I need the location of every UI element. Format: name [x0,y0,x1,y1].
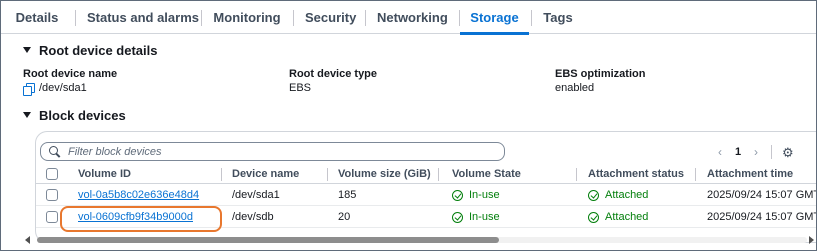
block-devices-section-toggle[interactable]: Block devices [23,107,126,123]
page-number[interactable]: 1 [727,146,749,158]
column-divider[interactable] [221,168,222,181]
scroll-thumb[interactable] [37,237,499,243]
volume-size: 20 [338,211,351,223]
ebs-optimization-value: enabled [555,82,595,94]
column-header-volume-id[interactable]: Volume ID [78,165,131,184]
tab-divider [75,10,76,26]
tab-tags[interactable]: Tags [542,1,574,34]
column-header-attachment-status[interactable]: Attachment status [588,165,684,184]
root-device-name-field: Root device name /dev/sda1 [23,67,118,96]
select-all-checkbox[interactable] [46,168,58,180]
status-ok-icon [588,190,599,201]
attachment-time: 2025/09/24 15:07 GMT [707,211,816,223]
device-name: /dev/sda1 [232,189,280,201]
volume-id-link[interactable]: vol-0a5b8c02e636e48d4 [78,185,199,206]
filter-block-devices-field[interactable] [40,142,505,161]
column-divider[interactable] [438,168,439,181]
attachment-status: Attached [588,185,648,206]
chevron-right-icon[interactable]: › [749,145,763,159]
tab-divider [293,10,294,26]
tab-divider [531,10,532,26]
field-label: Root device type [289,68,378,80]
column-header-volume-size[interactable]: Volume size (GiB) [338,165,431,184]
attachment-time: 2025/09/24 15:07 GMT [707,189,816,201]
device-name: /dev/sdb [232,211,274,223]
pagination: ‹ 1 › ⚙ [713,144,794,160]
volume-size: 185 [338,189,357,201]
tab-details[interactable]: Details [11,1,63,34]
status-ok-icon [588,212,599,223]
ebs-optimization-field: EBS optimization enabled [555,67,645,95]
column-divider[interactable] [327,168,328,181]
field-label: Root device name [23,68,118,80]
root-device-type-field: Root device type EBS [289,67,377,95]
tab-storage[interactable]: Storage [460,1,529,35]
highlight-annotation [60,206,222,232]
tab-divider [365,10,366,26]
caret-down-icon [23,112,31,118]
pager-divider [771,145,772,159]
scroll-right-arrow-icon[interactable] [809,236,814,244]
status-ok-icon [452,212,463,223]
section-title: Block devices [39,107,126,123]
chevron-left-icon[interactable]: ‹ [713,145,727,159]
attachment-status-text: Attached [605,211,649,223]
copy-icon[interactable] [23,82,35,96]
horizontal-scrollbar[interactable] [23,235,816,245]
volume-state-text: In-use [469,211,500,223]
section-title: Root device details [39,42,158,58]
field-value: /dev/sda1 [23,81,117,96]
root-device-name-value: /dev/sda1 [39,82,87,94]
status-ok-icon [452,190,463,201]
root-device-section-toggle[interactable]: Root device details [23,42,157,58]
field-label: EBS optimization [555,68,646,80]
column-header-attachment-time[interactable]: Attachment time [707,165,793,184]
volume-state: In-use [452,207,500,228]
gear-icon[interactable]: ⚙ [782,146,794,159]
tab-security[interactable]: Security [305,1,356,34]
row-checkbox[interactable] [46,189,58,201]
volume-state: In-use [452,185,500,206]
column-divider[interactable] [695,168,696,181]
row-checkbox[interactable] [46,211,58,223]
column-header-volume-state[interactable]: Volume State [452,165,521,184]
attachment-status: Attached [588,207,648,228]
storage-panel: Details Status and alarms Monitoring Sec… [0,0,817,251]
filter-input[interactable] [68,145,468,158]
tab-divider [201,10,202,26]
tab-bar: Details Status and alarms Monitoring Sec… [1,1,816,35]
volume-state-text: In-use [469,189,500,201]
table-row[interactable]: vol-0a5b8c02e636e48d4 /dev/sda1 185 In-u… [36,185,816,206]
attachment-status-text: Attached [605,189,649,201]
scroll-left-arrow-icon[interactable] [25,236,30,244]
tab-monitoring[interactable]: Monitoring [213,1,281,34]
tab-networking[interactable]: Networking [377,1,448,34]
caret-down-icon [23,47,31,53]
root-device-type-value: EBS [289,82,312,94]
search-icon [49,145,61,158]
table-header: Volume ID Device name Volume size (GiB) … [36,165,816,184]
tab-status-and-alarms[interactable]: Status and alarms [87,1,199,34]
column-divider[interactable] [576,168,577,181]
column-header-device-name[interactable]: Device name [232,165,299,184]
